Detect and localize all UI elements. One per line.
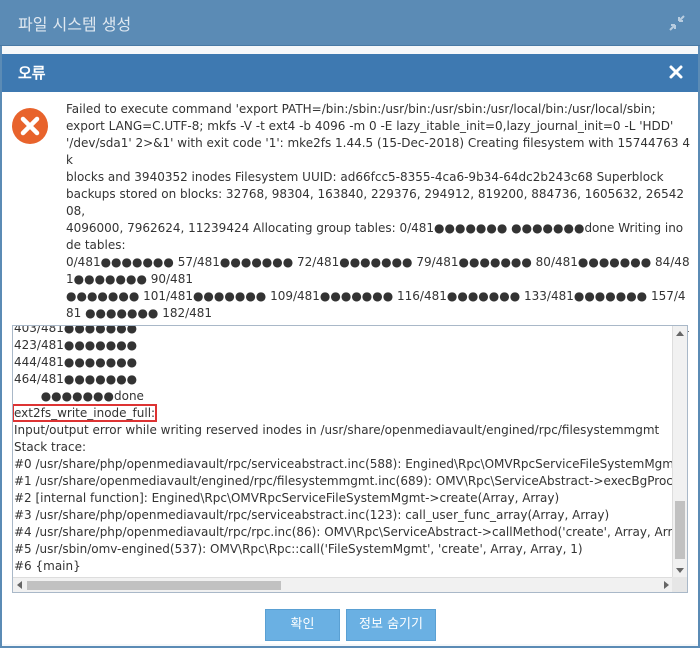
- scrollbar-corner: [672, 577, 687, 592]
- detail-line: #5 /usr/sbin/omv-engined(537): OMV\Rpc\R…: [14, 542, 583, 556]
- error-message-line: blocks and 3940352 inodes Filesystem UUI…: [66, 170, 664, 184]
- error-message-line: export LANG=C.UTF-8; mkfs -V -t ext4 -b …: [66, 119, 674, 133]
- error-x-circle-icon: [12, 108, 48, 144]
- error-dialog-title: 오류: [18, 64, 46, 82]
- horizontal-scrollbar[interactable]: [13, 577, 673, 592]
- error-message-line: Failed to execute command 'export PATH=/…: [66, 102, 656, 116]
- detail-line: #2 [internal function]: Engined\Rpc\OMVR…: [14, 491, 560, 505]
- error-message-line: ●●●●●●● 101/481●●●●●●● 109/481●●●●●●● 11…: [66, 289, 686, 320]
- detail-line: 464/481●●●●●●●: [14, 372, 138, 386]
- error-message-line: '/dev/sda1' 2>&1' with exit code '1': mk…: [66, 136, 690, 167]
- scroll-up-arrow-icon[interactable]: [676, 331, 684, 336]
- error-message-line: backups stored on blocks: 32768, 98304, …: [66, 187, 684, 218]
- scroll-right-arrow-icon[interactable]: [664, 581, 669, 589]
- highlighted-detail-line: ext2fs_write_inode_full:: [13, 404, 158, 422]
- detail-line: Stack trace:: [14, 440, 87, 454]
- error-details-text: 403/481●●●●●●● 423/481●●●●●●● 444/481●●●●●…: [13, 325, 673, 582]
- outer-window-titlebar: 파일 시스템 생성: [0, 0, 700, 46]
- detail-line: 444/481●●●●●●●: [14, 355, 138, 369]
- horizontal-scroll-thumb[interactable]: [27, 581, 281, 590]
- error-details-box[interactable]: 403/481●●●●●●● 423/481●●●●●●● 444/481●●●●●…: [12, 325, 688, 593]
- detail-line: #0 /usr/share/php/openmediavault/rpc/ser…: [14, 457, 673, 471]
- detail-line: #1 /usr/share/openmediavault/engined/rpc…: [14, 474, 673, 488]
- outer-window-title: 파일 시스템 생성: [18, 15, 132, 34]
- ok-button[interactable]: 확인: [265, 609, 340, 641]
- detail-line: ●●●●●●●done: [14, 389, 144, 403]
- collapse-arrows-icon[interactable]: [668, 14, 686, 32]
- hide-details-button[interactable]: 정보 숨기기: [346, 609, 436, 641]
- error-dialog-header: 오류: [2, 54, 698, 92]
- detail-line: Input/output error while writing reserve…: [14, 423, 660, 437]
- detail-line: 423/481●●●●●●●: [14, 338, 138, 352]
- error-message-line: 4096000, 7962624, 11239424 Allocating gr…: [66, 221, 684, 252]
- scroll-down-arrow-icon[interactable]: [676, 568, 684, 573]
- vertical-scroll-thumb[interactable]: [675, 501, 685, 559]
- detail-line: #4 /usr/share/php/openmediavault/rpc/rpc…: [14, 525, 673, 539]
- vertical-scrollbar[interactable]: [672, 326, 687, 577]
- detail-line: 403/481●●●●●●●: [14, 325, 138, 335]
- detail-line: #3 /usr/share/php/openmediavault/rpc/ser…: [14, 508, 610, 522]
- close-icon[interactable]: [668, 64, 684, 80]
- error-message-line: 0/481●●●●●●● 57/481●●●●●●● 72/481●●●●●●●…: [66, 255, 690, 286]
- scroll-left-arrow-icon[interactable]: [17, 581, 22, 589]
- detail-line: #6 {main}: [14, 559, 81, 573]
